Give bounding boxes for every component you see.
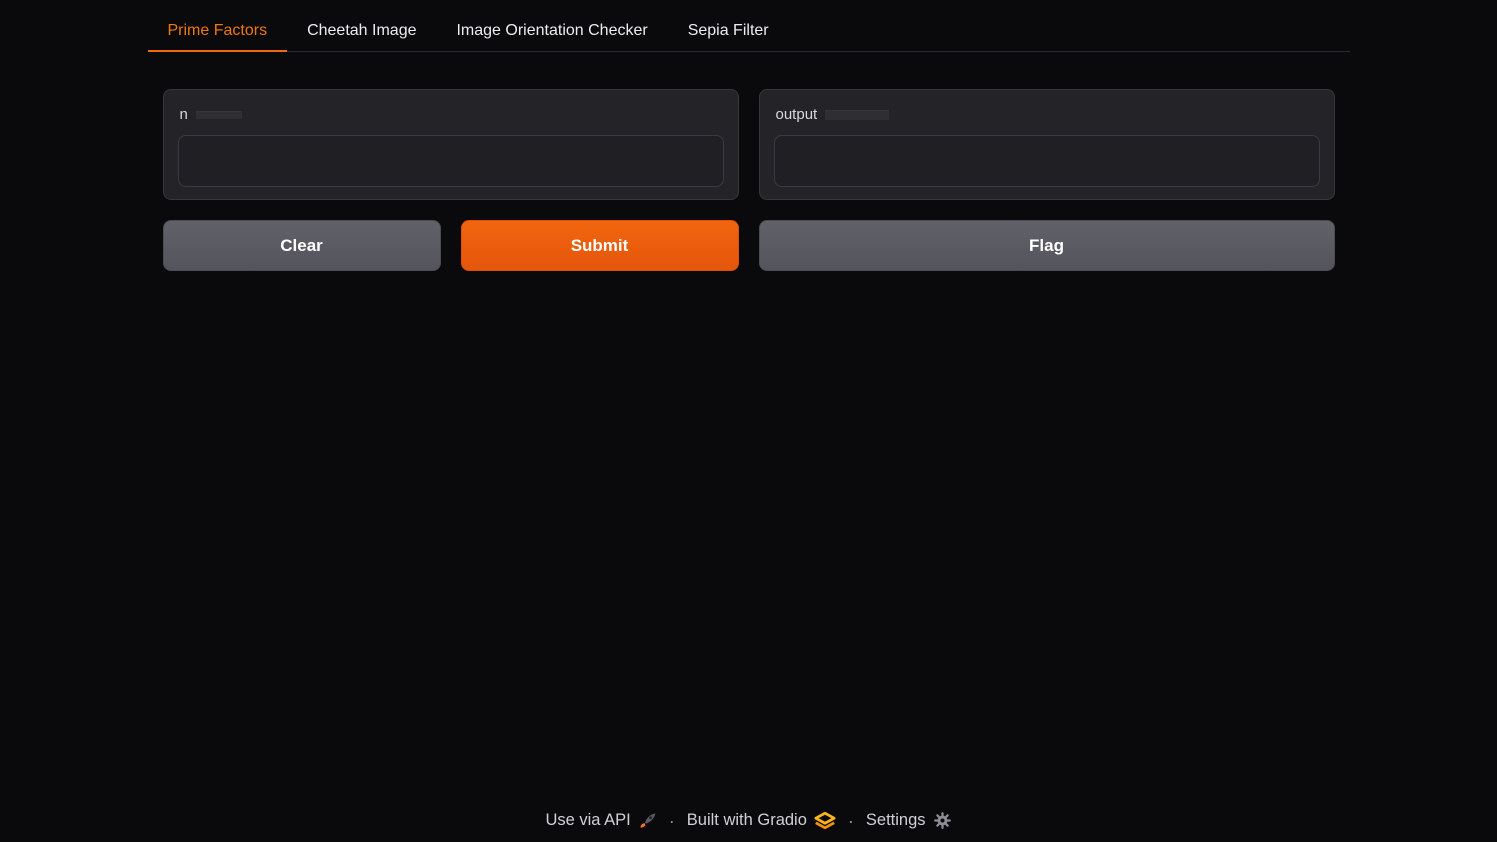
gradio-logo-icon [814,811,836,830]
settings-link[interactable]: Settings [866,811,952,830]
flag-button[interactable]: Flag [759,220,1335,271]
tab-cheetah-image[interactable]: Cheetah Image [287,10,436,51]
right-button-column: Flag [759,220,1335,271]
gear-icon [933,811,952,830]
left-button-column: Clear Submit [163,220,739,271]
clear-button[interactable]: Clear [163,220,441,271]
tab-prime-factors[interactable]: Prime Factors [148,10,288,52]
input-block-label: n [180,106,722,123]
use-via-api-label: Use via API [545,811,630,830]
footer-separator: · [848,812,854,830]
output-field[interactable] [774,135,1320,187]
button-row: Clear Submit Flag [163,220,1335,271]
built-with-gradio-label: Built with Gradio [687,811,807,830]
label-ghost-artifact [196,111,242,119]
main-area: Prime Factors Cheetah Image Image Orient… [0,0,1497,811]
tab-panel-prime-factors: n output Clear [148,52,1350,271]
output-block-label: output [776,106,1318,123]
input-label-text: n [180,106,188,123]
submit-button[interactable]: Submit [461,220,739,271]
output-block: output [759,89,1335,200]
label-ghost-artifact [825,110,889,120]
tab-nav: Prime Factors Cheetah Image Image Orient… [148,10,1350,52]
footer: Use via API · Built with Gradio · Settin… [0,811,1497,842]
tab-image-orientation-checker[interactable]: Image Orientation Checker [436,10,667,51]
built-with-gradio-link[interactable]: Built with Gradio [687,811,836,830]
n-input[interactable] [178,135,724,187]
gradio-app: Prime Factors Cheetah Image Image Orient… [0,0,1497,842]
output-label-text: output [776,106,818,123]
use-via-api-link[interactable]: Use via API [545,811,656,830]
settings-label: Settings [866,811,926,830]
input-block: n [163,89,739,200]
tab-sepia-filter[interactable]: Sepia Filter [668,10,789,51]
footer-separator: · [669,812,675,830]
rocket-icon [638,811,657,830]
